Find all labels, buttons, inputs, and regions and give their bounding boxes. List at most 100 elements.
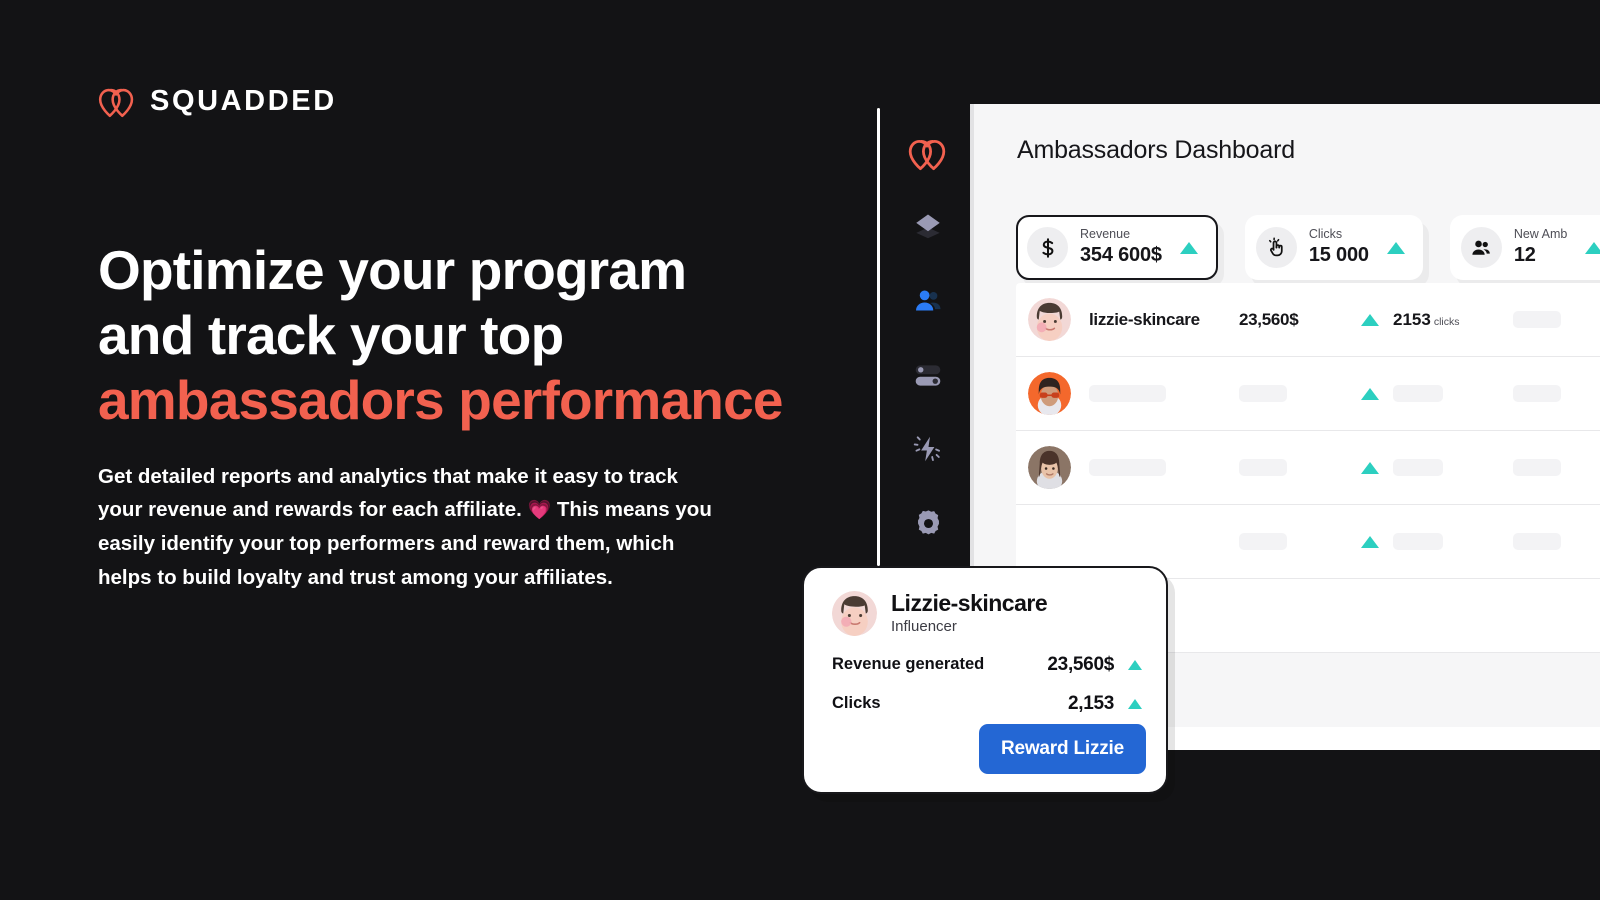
placeholder-cell [1513, 385, 1600, 402]
popup-identity: Lizzie-skincare Influencer [891, 590, 1048, 637]
skeleton-bar [1239, 459, 1287, 476]
toggles-icon [915, 365, 941, 386]
stat-value-clicks: 15 000 [1308, 243, 1369, 266]
sparkling-heart-emoji: 💗 [527, 500, 552, 522]
avatar [1028, 446, 1071, 489]
skeleton-bar [1513, 311, 1561, 328]
avatar [1028, 298, 1071, 341]
dollar-icon [1027, 227, 1068, 268]
revenue-trend [1347, 387, 1393, 400]
layers-icon [916, 214, 940, 239]
squadded-hearts-logo-icon [908, 140, 946, 170]
placeholder-cell [1513, 533, 1600, 550]
avatar [832, 590, 877, 636]
avatar [1028, 372, 1071, 415]
popup-metric-label: Revenue generated [832, 655, 985, 674]
skeleton-bar [1089, 459, 1166, 476]
lightning-icon [913, 436, 940, 462]
trend-up-icon [1585, 241, 1600, 254]
ambassador-clicks: 2153 clicks [1393, 310, 1513, 330]
placeholder-cell [1239, 459, 1347, 476]
skeleton-bar [1513, 385, 1561, 402]
clicks-value: 2153 [1393, 309, 1431, 329]
clicks-unit: clicks [1433, 315, 1460, 328]
stat-cards: Revenue 354 600$ Clicks 15 000 New Amb 1… [1016, 215, 1600, 280]
popup-metric-label: Clicks [832, 694, 881, 713]
sidebar-item-automations[interactable] [907, 428, 949, 470]
popup-metric-value: 2,153 [1067, 692, 1114, 714]
ambassador-revenue: 23,560$ [1239, 309, 1299, 329]
headline-line-1: Optimize your program [98, 239, 687, 301]
revenue-trend [1347, 535, 1393, 548]
trend-up-icon [1128, 698, 1142, 709]
ambassador-name: lizzie-skincare [1089, 309, 1200, 329]
ambassador-detail-popup: Lizzie-skincare Influencer Revenue gener… [802, 566, 1168, 794]
stat-card-new-ambassadors[interactable]: New Amb 12 [1449, 215, 1600, 280]
sidebar-item-logo[interactable] [907, 132, 949, 174]
dashboard-sidebar [886, 104, 970, 566]
hero-banner: SQUADDED Optimize your program and track… [0, 0, 1600, 900]
skeleton-bar [1239, 385, 1287, 402]
click-hand-icon [1255, 227, 1297, 268]
people-icon [1460, 227, 1502, 268]
skeleton-bar [1089, 385, 1166, 402]
placeholder-cell [1089, 385, 1239, 402]
stat-label-clicks: Clicks [1308, 227, 1343, 242]
popup-header: Lizzie-skincare Influencer [832, 590, 1142, 637]
skeleton-bar [1513, 533, 1561, 550]
sidebar-item-settings[interactable] [907, 502, 949, 544]
stat-label-revenue: Revenue [1080, 227, 1131, 242]
stat-value-new-ambassadors: 12 [1513, 243, 1536, 266]
trend-up-icon [1361, 313, 1379, 326]
skeleton-bar [1393, 459, 1443, 476]
trend-up-icon [1361, 387, 1379, 400]
trend-up-icon [1361, 461, 1379, 474]
trend-up-icon [1361, 535, 1379, 548]
popup-role: Influencer [891, 618, 957, 636]
stat-label-new-ambassadors: New Amb [1513, 227, 1568, 242]
skeleton-bar [1513, 459, 1561, 476]
popup-metric-value: 23,560$ [1047, 653, 1114, 675]
trend-up-icon [1179, 241, 1198, 254]
skeleton-bar [1239, 533, 1287, 550]
hero-body-text: Get detailed reports and analytics that … [98, 460, 718, 594]
brand-logo[interactable]: SQUADDED [98, 84, 337, 118]
sidebar-item-toggles[interactable] [907, 354, 949, 396]
placeholder-cell [1513, 459, 1600, 476]
squadded-hearts-logo-icon [98, 88, 134, 118]
headline-accent: ambassadors performance [98, 368, 783, 431]
stat-value-revenue: 354 600$ [1080, 243, 1162, 266]
accent-divider-line [877, 108, 880, 566]
sidebar-item-layers[interactable] [907, 206, 949, 248]
avatar [1028, 520, 1071, 563]
placeholder-cell [1393, 533, 1513, 550]
popup-metric-revenue: Revenue generated 23,560$ [832, 654, 1142, 676]
people-icon [916, 290, 941, 311]
skeleton-bar [1393, 533, 1443, 550]
headline-line-2: and track your top [98, 303, 564, 366]
table-row[interactable] [1016, 431, 1600, 505]
popup-name: Lizzie-skincare [891, 590, 1048, 616]
placeholder-cell [1393, 459, 1513, 476]
placeholder-cell [1513, 311, 1600, 328]
stat-card-clicks[interactable]: Clicks 15 000 [1244, 215, 1423, 280]
table-row[interactable]: lizzie-skincare 23,560$ 2153 clicks [1016, 283, 1600, 357]
popup-metric-clicks: Clicks 2,153 [832, 693, 1142, 715]
gear-icon [917, 509, 939, 534]
placeholder-cell [1239, 533, 1347, 550]
table-row[interactable] [1016, 357, 1600, 431]
skeleton-bar [1393, 385, 1443, 402]
stat-card-revenue[interactable]: Revenue 354 600$ [1016, 215, 1218, 280]
trend-up-icon [1128, 659, 1142, 670]
brand-name: SQUADDED [150, 84, 337, 117]
sidebar-item-ambassadors[interactable] [907, 280, 949, 322]
placeholder-cell [1393, 385, 1513, 402]
revenue-trend [1347, 313, 1393, 326]
reward-button[interactable]: Reward Lizzie [978, 724, 1146, 774]
placeholder-cell [1089, 459, 1239, 476]
placeholder-cell [1239, 385, 1347, 402]
dashboard-title: Ambassadors Dashboard [1017, 136, 1295, 164]
trend-up-icon [1386, 241, 1405, 254]
page-title: Optimize your program and track your top… [98, 238, 898, 433]
revenue-trend [1347, 461, 1393, 474]
